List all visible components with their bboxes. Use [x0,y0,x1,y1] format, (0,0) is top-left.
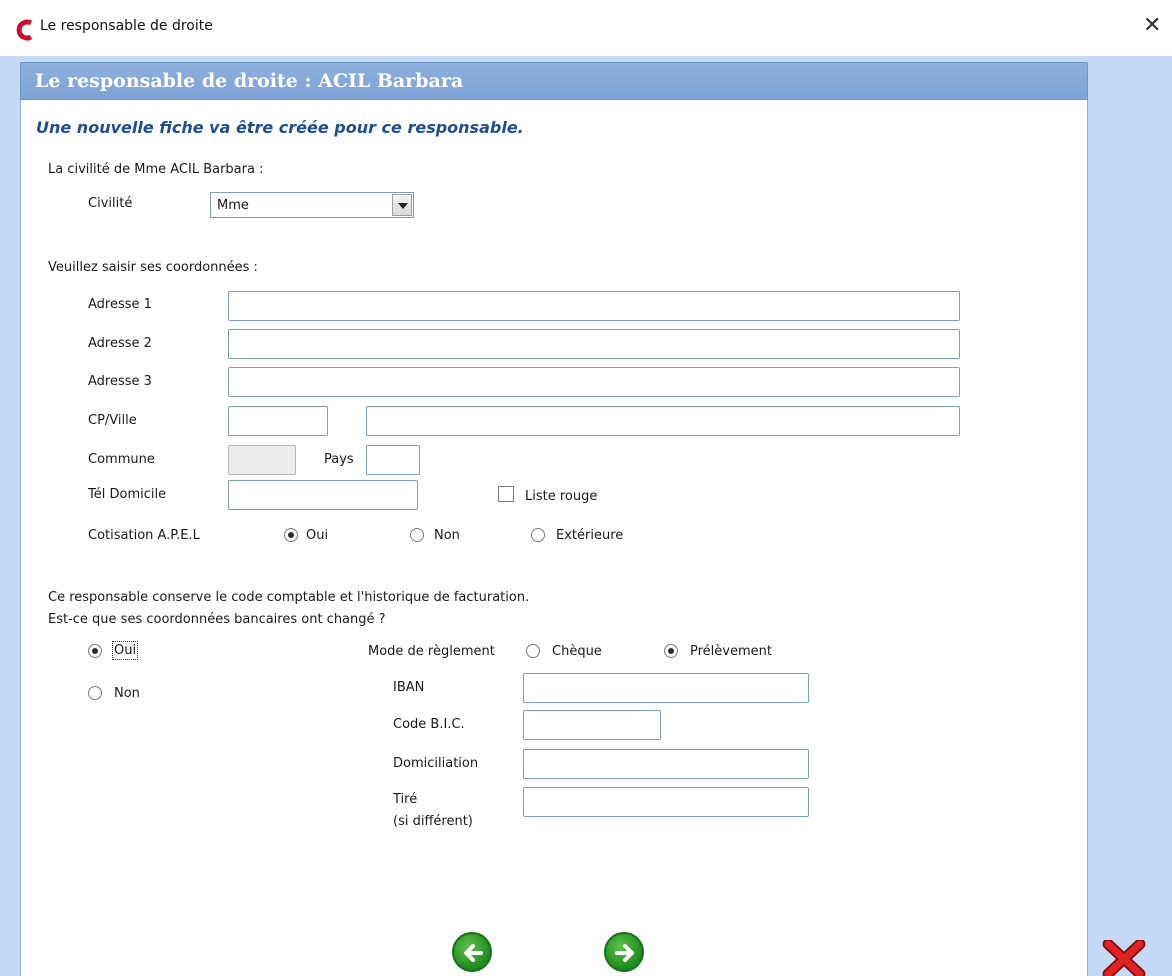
bank-changed-non-radio[interactable] [88,686,102,700]
cotisation-oui-radio[interactable] [284,528,298,542]
mode-prelevement-label: Prélèvement [690,644,772,659]
window-titlebar: Le responsable de droite ✕ [0,0,1172,56]
pays-input[interactable] [367,446,419,474]
civilite-selected-value: Mme [217,198,249,213]
liste-rouge-checkbox[interactable] [498,486,514,502]
adresse3-label: Adresse 3 [88,374,152,389]
cpville-label: CP/Ville [88,413,137,428]
ville-field[interactable] [366,406,960,436]
bank-changed-oui-radio[interactable] [88,644,102,658]
adresse2-input[interactable] [229,330,959,358]
commune-input [229,446,295,474]
tire-label: Tiré [393,792,418,807]
adresse1-input[interactable] [229,292,959,320]
civilite-select[interactable]: Mme [210,192,414,218]
panel-title: Le responsable de droite : ACIL Barbara [35,70,464,92]
cp-field[interactable] [228,406,328,436]
adresse1-label: Adresse 1 [88,297,152,312]
cotisation-exterieure-radio[interactable] [531,528,545,542]
adresse3-input[interactable] [229,368,959,396]
next-button[interactable] [604,932,644,972]
window-close-button[interactable]: ✕ [1143,13,1161,39]
arrow-right-icon [615,944,634,962]
bic-field[interactable] [523,710,661,740]
domiciliation-label: Domiciliation [393,756,479,771]
civilite-heading: La civilité de Mme ACIL Barbara : [48,162,264,177]
tel-label: Tél Domicile [88,487,167,502]
iban-input[interactable] [524,674,808,702]
cotisation-non-label: Non [434,528,460,543]
tire-input[interactable] [524,788,808,816]
cotisation-label: Cotisation A.P.E.L [88,528,200,543]
iban-field[interactable] [523,673,809,703]
domiciliation-input[interactable] [524,750,808,778]
liste-rouge-label: Liste rouge [525,489,598,504]
bic-label: Code B.I.C. [393,717,465,732]
iban-label: IBAN [393,680,425,695]
app-logo-icon [16,19,33,41]
domiciliation-field[interactable] [523,749,809,779]
adresse1-field[interactable] [228,291,960,321]
cancel-button[interactable] [1102,940,1146,976]
bank-info-line2: Est-ce que ses coordonnées bancaires ont… [48,612,386,627]
pays-label: Pays [324,452,354,467]
arrow-left-icon [464,944,483,962]
mode-cheque-label: Chèque [552,644,602,659]
bank-info-line1: Ce responsable conserve le code comptabl… [48,590,530,605]
adresse3-field[interactable] [228,367,960,397]
cotisation-non-radio[interactable] [410,528,424,542]
adresse2-label: Adresse 2 [88,336,152,351]
commune-label: Commune [88,452,155,467]
red-cross-icon [1102,940,1146,976]
tel-field[interactable] [228,480,418,510]
chevron-down-icon[interactable] [392,194,412,216]
mode-cheque-radio[interactable] [526,644,540,658]
tire-field[interactable] [523,787,809,817]
mode-prelevement-radio[interactable] [664,644,678,658]
dialog-panel [20,62,1088,976]
cotisation-oui-label: Oui [306,528,329,543]
tire-sublabel: (si différent) [393,814,473,829]
cp-input[interactable] [229,407,327,435]
mode-reglement-label: Mode de règlement [368,644,495,659]
window-title: Le responsable de droite [40,18,213,34]
panel-header: Le responsable de droite : ACIL Barbara [20,62,1088,100]
tel-input[interactable] [229,481,417,509]
bank-changed-oui-label: Oui [111,641,139,660]
ville-input[interactable] [367,407,959,435]
back-button[interactable] [452,932,492,972]
cotisation-exterieure-label: Extérieure [556,528,624,543]
civilite-label: Civilité [88,196,133,211]
adresse2-field[interactable] [228,329,960,359]
coordonnees-heading: Veuillez saisir ses coordonnées : [48,260,258,275]
bic-input[interactable] [524,711,660,739]
panel-subtitle: Une nouvelle fiche va être créée pour ce… [36,118,524,137]
bank-changed-non-label: Non [114,686,140,701]
pays-field[interactable] [366,445,420,475]
commune-field [228,445,296,475]
